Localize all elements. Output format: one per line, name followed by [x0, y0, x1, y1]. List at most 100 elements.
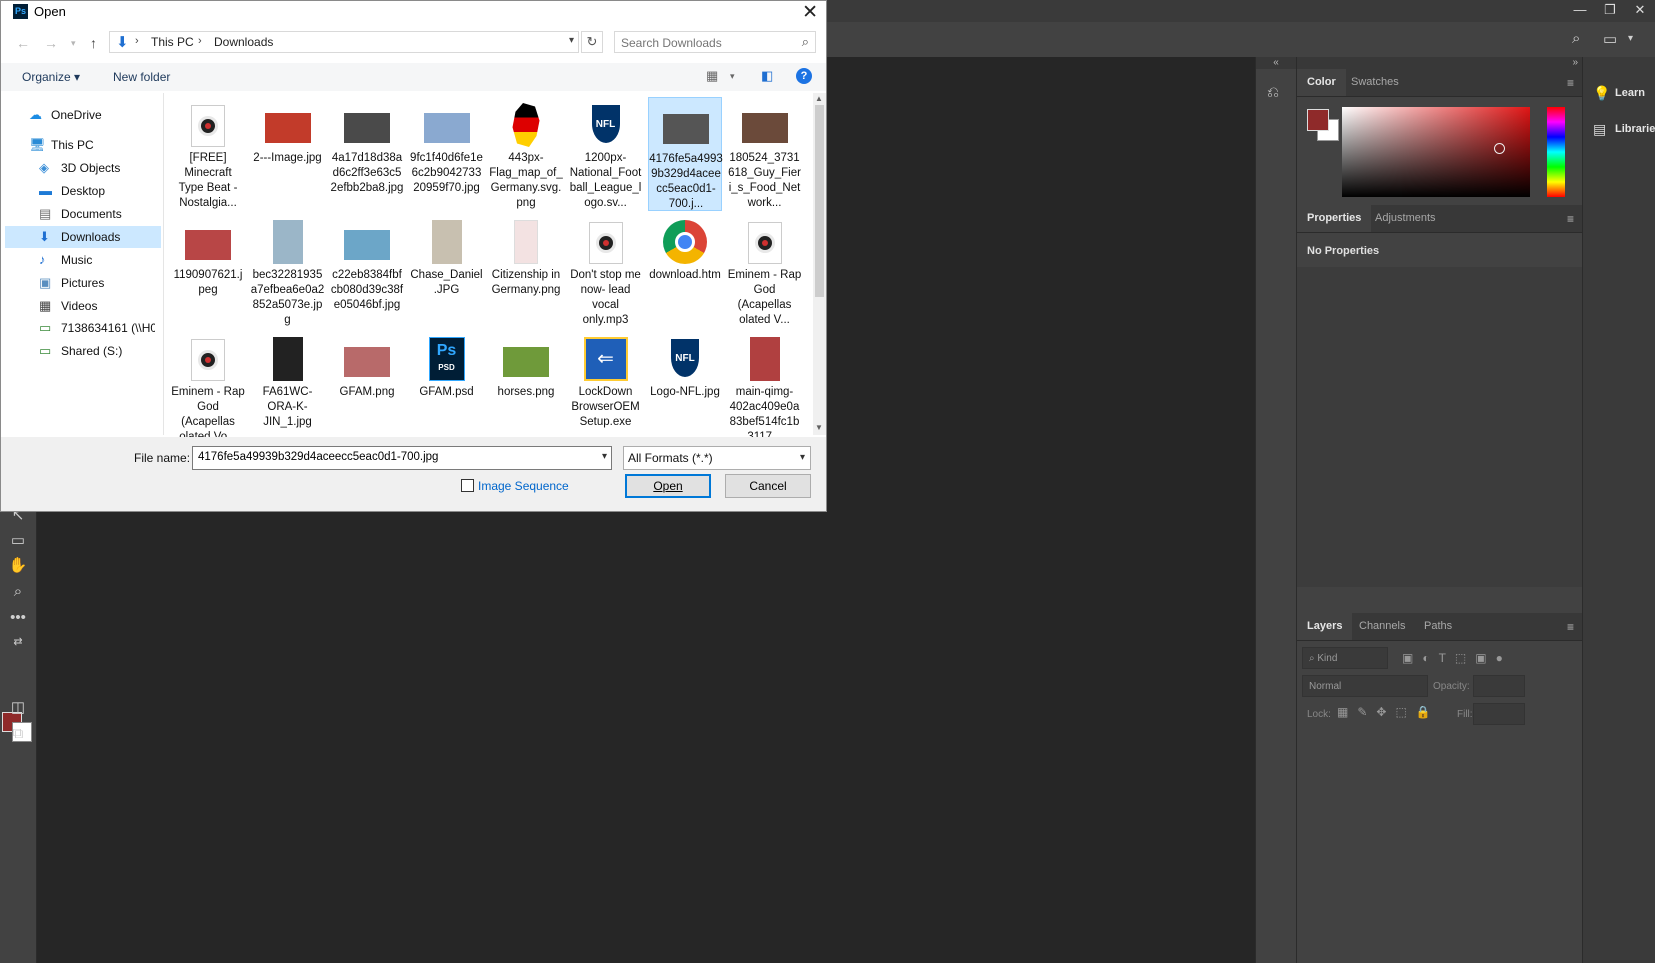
hue-slider[interactable]	[1547, 107, 1565, 197]
nav-item-3d-objects[interactable]: ◈ 3D Objects	[5, 157, 161, 179]
fill-field[interactable]	[1473, 703, 1525, 725]
file-item[interactable]: [FREE] Minecraft Type Beat - Nostalgia..…	[171, 97, 245, 211]
layer-filter-icons[interactable]: ▣◐T⬚▣●	[1402, 651, 1512, 665]
blend-mode-select[interactable]: Normal	[1302, 675, 1428, 697]
file-item[interactable]: NFL Logo-NFL.jpg	[648, 331, 722, 437]
open-button[interactable]: Open	[625, 474, 711, 498]
address-bar[interactable]: ⬇ › This PC › Downloads ▾	[109, 31, 579, 53]
file-item[interactable]: 2---Image.jpg	[251, 97, 325, 211]
color-saturation-field[interactable]	[1342, 107, 1530, 197]
search-box[interactable]: ⌕	[614, 31, 816, 53]
breadcrumb-this-pc[interactable]: This PC	[151, 35, 194, 49]
file-item[interactable]: 4a17d18d38ad6c2ff3e63c52efbb2ba8.jpg	[330, 97, 404, 211]
learn-button[interactable]: 💡 Learn	[1583, 75, 1655, 111]
collapse-arrows-icon[interactable]: «	[1256, 57, 1296, 69]
history-icon[interactable]: ⎌	[1267, 84, 1279, 101]
panel-menu-icon[interactable]: ≡	[1567, 76, 1574, 90]
forward-arrow-icon[interactable]: →	[44, 35, 58, 51]
panel-menu-icon[interactable]: ≡	[1567, 212, 1574, 226]
file-name-input[interactable]	[196, 450, 590, 464]
chevron-down-icon[interactable]: ▾	[569, 35, 574, 46]
dialog-title-bar[interactable]: Ps Open ✕	[1, 1, 826, 23]
more-tools-icon[interactable]: •••	[6, 607, 30, 629]
file-item[interactable]: c22eb8384fbfcb080d39c38fe05046bf.jpg	[330, 214, 404, 328]
libraries-button[interactable]: ▤ Librarie	[1583, 111, 1655, 147]
chevron-down-icon[interactable]: ▾	[1628, 33, 1633, 44]
image-sequence-checkbox[interactable]: Image Sequence	[461, 479, 569, 493]
nav-item-pictures[interactable]: ▣ Pictures	[5, 272, 161, 294]
rectangle-tool-icon[interactable]: ▭	[6, 530, 30, 552]
zoom-tool-icon[interactable]: ⌕	[6, 581, 30, 603]
tab-color[interactable]: Color	[1297, 69, 1346, 96]
workspace-icon[interactable]: ▭	[1603, 30, 1617, 48]
search-input[interactable]	[619, 34, 793, 52]
organize-button[interactable]: Organize ▾	[22, 70, 80, 84]
file-item[interactable]: bec32281935a7efbea6e0a2852a5073e.jpg	[251, 214, 325, 328]
nav-item-onedrive[interactable]: ☁ OneDrive	[5, 104, 161, 126]
file-item[interactable]: 9fc1f40d6fe1e6c2b904273320959f70.jpg	[410, 97, 484, 211]
file-name-field[interactable]: ▾	[192, 446, 612, 470]
tab-swatches[interactable]: Swatches	[1341, 69, 1409, 96]
file-item[interactable]: download.htm	[648, 214, 722, 328]
change-view-icon[interactable]: ▦	[706, 68, 718, 84]
back-arrow-icon[interactable]: ←	[16, 35, 30, 51]
file-item[interactable]: Ps PSD GFAM.psd	[410, 331, 484, 437]
file-item[interactable]: Don't stop me now- lead vocal only.mp3	[569, 214, 643, 328]
opacity-field[interactable]	[1473, 675, 1525, 697]
close-icon[interactable]: ✕	[802, 1, 818, 24]
file-item[interactable]: FA61WC-ORA-K-JIN_1.jpg	[251, 331, 325, 437]
expand-arrows-icon[interactable]: »	[1297, 57, 1582, 69]
restore-icon[interactable]: ❐	[1595, 0, 1625, 22]
tab-channels[interactable]: Channels	[1349, 613, 1415, 640]
search-icon[interactable]: ⌕	[802, 34, 809, 50]
checkbox-box[interactable]	[461, 479, 474, 492]
refresh-icon[interactable]: ↻	[581, 31, 603, 53]
preview-pane-icon[interactable]: ◧	[761, 68, 773, 84]
hand-tool-icon[interactable]: ✋	[6, 555, 30, 577]
nav-item-music[interactable]: ♪ Music	[5, 249, 161, 271]
file-item[interactable]: Eminem - Rap God (Acapellas olated Vo...	[171, 331, 245, 437]
cancel-button[interactable]: Cancel	[725, 474, 811, 498]
panel-menu-icon[interactable]: ≡	[1567, 620, 1574, 634]
file-item[interactable]: NFL 1200px-National_Football_League_logo.…	[569, 97, 643, 211]
file-item[interactable]: GFAM.png	[330, 331, 404, 437]
scroll-down-icon[interactable]: ▼	[815, 423, 823, 432]
file-item[interactable]: Eminem - Rap God (Acapellas olated V...	[728, 214, 802, 328]
minimize-icon[interactable]: —	[1565, 0, 1595, 22]
tab-properties[interactable]: Properties	[1297, 205, 1372, 232]
nav-item-shared-s[interactable]: ▭ Shared (S:)	[5, 340, 161, 362]
recent-locations-chevron-icon[interactable]: ▾	[71, 38, 76, 49]
scrollbar-thumb[interactable]	[815, 105, 824, 297]
file-item[interactable]: 443px-Flag_map_of_Germany.svg.png	[489, 97, 563, 211]
nav-item-7138634161-h031[interactable]: ▭ 7138634161 (\\H031	[5, 317, 161, 339]
screen-mode-icon[interactable]: ⧉	[6, 723, 30, 745]
file-item[interactable]: 180524_3731618_Guy_Fieri_s_Food_Network.…	[728, 97, 802, 211]
file-item[interactable]: horses.png	[489, 331, 563, 437]
pane-splitter[interactable]	[163, 93, 164, 435]
new-folder-button[interactable]: New folder	[113, 70, 170, 84]
chevron-down-icon[interactable]: ▾	[602, 451, 607, 462]
swap-colors-icon[interactable]: ⇄	[6, 631, 30, 653]
vertical-scrollbar[interactable]: ▲ ▼	[813, 93, 826, 435]
close-window-icon[interactable]: ✕	[1625, 0, 1655, 22]
nav-item-videos[interactable]: ▦ Videos	[5, 295, 161, 317]
tab-layers[interactable]: Layers	[1297, 613, 1353, 640]
nav-item-desktop[interactable]: ▬ Desktop	[5, 180, 161, 202]
file-item[interactable]: 1190907621.jpeg	[171, 214, 245, 328]
layer-kind-filter[interactable]: ⌕ Kind	[1302, 647, 1388, 669]
tab-adjustments[interactable]: Adjustments	[1365, 205, 1446, 232]
breadcrumb-downloads[interactable]: Downloads	[214, 35, 273, 49]
color-picker-marker[interactable]	[1494, 143, 1505, 154]
nav-item-this-pc[interactable]: 🖥 This PC	[5, 134, 161, 156]
view-options-chevron-icon[interactable]: ▾	[730, 71, 735, 82]
nav-item-documents[interactable]: ▤ Documents	[5, 203, 161, 225]
panel-foreground-swatch[interactable]	[1307, 109, 1329, 131]
up-arrow-icon[interactable]: ↑	[90, 35, 97, 51]
file-item[interactable]: 4176fe5a49939b329d4aceecc5eac0d1-700.j..…	[648, 97, 723, 211]
search-icon[interactable]: ⌕	[1572, 30, 1580, 47]
nav-item-downloads[interactable]: ⬇ Downloads	[5, 226, 161, 248]
file-item[interactable]: ⇐ LockDown BrowserOEMSetup.exe	[569, 331, 643, 437]
file-format-select[interactable]: All Formats (*.*) ▾	[623, 446, 811, 470]
file-item[interactable]: Citizenship in Germany.png	[489, 214, 563, 328]
scroll-up-icon[interactable]: ▲	[815, 94, 823, 103]
